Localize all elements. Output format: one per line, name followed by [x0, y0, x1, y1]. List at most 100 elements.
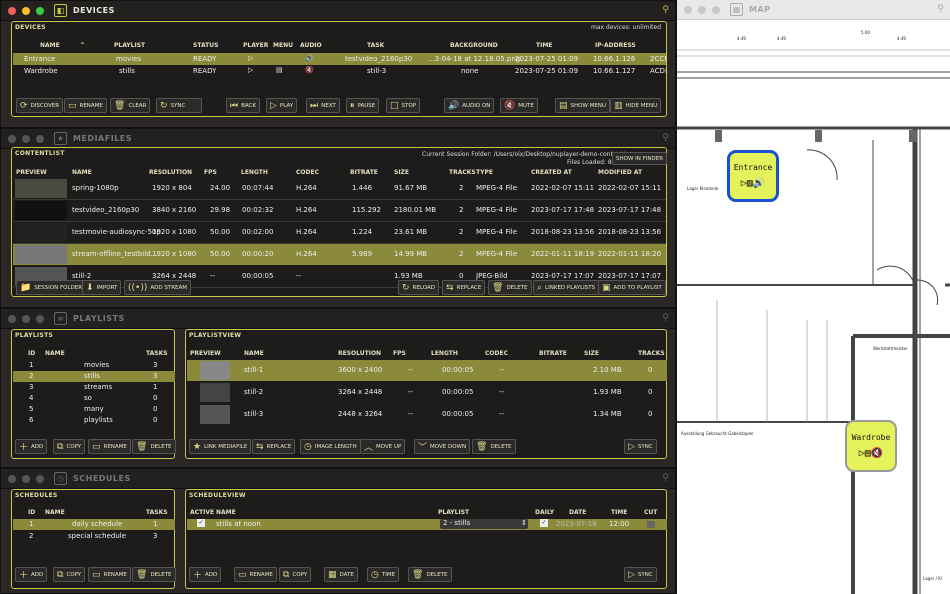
col-length[interactable]: LENGTH [431, 350, 458, 357]
zoom-button[interactable] [36, 6, 44, 15]
col-time[interactable]: TIME [611, 509, 627, 516]
minimize-button[interactable] [22, 134, 30, 143]
col-bitrate[interactable]: BITRATE [539, 350, 567, 357]
col-tracks[interactable]: TRACKS [449, 169, 476, 176]
minimize-button[interactable] [22, 314, 30, 323]
col-status[interactable]: STATUS [193, 42, 218, 49]
col-resolution[interactable]: RESOLUTION [149, 169, 192, 176]
next-button[interactable]: ⏭ NEXT [306, 98, 340, 113]
close-button[interactable] [8, 134, 16, 143]
rename-button[interactable]: ▭ RENAME [88, 567, 131, 582]
col-name[interactable]: NAME [244, 350, 264, 357]
col-background[interactable]: BACKGROUND [450, 42, 498, 49]
copy-button[interactable]: ⧉ COPY [53, 567, 86, 582]
col-ip[interactable]: IP-ADDRESS [595, 42, 636, 49]
col-resolution[interactable]: RESOLUTION [338, 350, 381, 357]
col-fps[interactable]: FPS [204, 169, 217, 176]
close-button[interactable] [8, 314, 16, 323]
time-field[interactable]: 12:00 [609, 520, 629, 528]
pin-icon[interactable]: ⚲ [662, 473, 669, 483]
col-cut[interactable]: CUT [644, 509, 657, 516]
col-length[interactable]: LENGTH [241, 169, 268, 176]
minimize-button[interactable] [22, 6, 30, 15]
rename-button[interactable]: ▭ RENAME [88, 439, 131, 454]
active-checkbox[interactable]: ✓ [197, 519, 205, 527]
pin-icon[interactable]: ⚲ [937, 4, 944, 14]
clear-button[interactable]: 🗑 CLEAR [110, 98, 151, 113]
delete-button[interactable]: 🗑 DELETE [488, 280, 532, 295]
discover-button[interactable]: ⟳ DISCOVER [16, 98, 64, 113]
col-id[interactable]: ID [28, 509, 35, 516]
close-button[interactable] [684, 5, 692, 14]
sync-button[interactable]: ▷ SYNC [624, 439, 657, 454]
close-button[interactable] [8, 6, 16, 15]
stop-button[interactable]: □ STOP [386, 98, 421, 113]
col-date[interactable]: DATE [569, 509, 586, 516]
move-up-button[interactable]: ︿ MOVE UP [360, 439, 406, 454]
minimize-button[interactable] [22, 474, 30, 483]
col-name[interactable]: NAME [216, 509, 236, 516]
back-button[interactable]: ⏮ BACK [226, 98, 260, 113]
delete-button[interactable]: 🗑 DELETE [132, 439, 176, 454]
date-button[interactable]: ▦ DATE [324, 567, 358, 582]
copy-button[interactable]: ⧉ COPY [279, 567, 312, 582]
pin-icon[interactable]: ⚲ [662, 133, 669, 143]
col-preview[interactable]: PREVIEW [190, 350, 221, 357]
play-icon[interactable]: ▷ [248, 66, 253, 74]
col-preview[interactable]: PREVIEW [16, 169, 47, 176]
linked-playlists-button[interactable]: ⌕ LINKED PLAYLISTS [533, 280, 600, 295]
col-size[interactable]: SIZE [394, 169, 409, 176]
add-to-playlist-button[interactable]: ▣ ADD TO PLAYLIST [598, 280, 666, 295]
entrance-device-marker[interactable]: Entrance ▷▨🔊 [727, 150, 779, 202]
cut-checkbox[interactable] [647, 521, 655, 528]
link-mediafile-button[interactable]: ★ LINK MEDIAFILE [189, 439, 252, 454]
daily-checkbox[interactable]: ✓ [540, 519, 548, 527]
col-daily[interactable]: DAILY [535, 509, 554, 516]
add-button[interactable]: ＋ ADD [189, 567, 222, 582]
add-stream-button[interactable]: ((•)) ADD STREAM [124, 280, 191, 295]
import-button[interactable]: ⬇ IMPORT [82, 280, 122, 295]
col-name[interactable]: NAME [45, 350, 65, 357]
close-button[interactable] [8, 474, 16, 483]
col-modified[interactable]: MODIFIED AT [598, 169, 642, 176]
speaker-icon[interactable]: 🔊 [305, 54, 314, 62]
col-size[interactable]: SIZE [584, 350, 599, 357]
delete-button[interactable]: 🗑 DELETE [472, 439, 516, 454]
col-tasks[interactable]: TASKS [146, 350, 168, 357]
pin-icon[interactable]: ⚲ [662, 5, 669, 15]
col-bitrate[interactable]: BITRATE [350, 169, 378, 176]
menu-icon[interactable]: ▤ [276, 66, 283, 74]
show-in-finder-button[interactable]: SHOW IN FINDER [612, 152, 668, 165]
pin-icon[interactable]: ⚲ [662, 313, 669, 323]
zoom-button[interactable] [36, 314, 44, 323]
delete-button[interactable]: 🗑 DELETE [132, 567, 176, 582]
zoom-button[interactable] [36, 474, 44, 483]
image-length-button[interactable]: ◷ IMAGE LENGTH [300, 439, 361, 454]
col-fps[interactable]: FPS [393, 350, 406, 357]
move-down-button[interactable]: ﹀ MOVE DOWN [414, 439, 471, 454]
audio-on-button[interactable]: 🔊 AUDIO ON [444, 98, 495, 113]
pause-button[interactable]: ⏸ PAUSE [346, 98, 380, 113]
col-codec[interactable]: CODEC [485, 350, 508, 357]
session-folder-button[interactable]: 📁 SESSION FOLDER [16, 280, 87, 295]
sync-button[interactable]: ↻ SYNC [156, 98, 202, 113]
wardrobe-device-marker[interactable]: Wardrobe ▷▤🔇 [845, 420, 897, 472]
reload-button[interactable]: ↻ RELOAD [398, 280, 439, 295]
col-type[interactable]: TYPE [476, 169, 493, 176]
col-playlist[interactable]: PLAYLIST [114, 42, 145, 49]
replace-button[interactable]: ⇆ REPLACE [252, 439, 296, 454]
date-field[interactable]: 2023-07-18 [556, 520, 597, 528]
col-audio[interactable]: AUDIO [300, 42, 322, 49]
col-active[interactable]: ACTIVE [190, 509, 214, 516]
play-icon[interactable]: ▷ [248, 54, 253, 62]
sync-button[interactable]: ▷ SYNC [624, 567, 657, 582]
col-player[interactable]: PLAYER [243, 42, 268, 49]
replace-button[interactable]: ⇆ REPLACE [442, 280, 486, 295]
add-button[interactable]: ＋ ADD [15, 567, 48, 582]
mute-button[interactable]: 🔇 MUTE [500, 98, 538, 113]
col-codec[interactable]: CODEC [296, 169, 319, 176]
delete-button[interactable]: 🗑 DELETE [408, 567, 452, 582]
col-task[interactable]: TASK [367, 42, 384, 49]
playlist-select[interactable]: 2 - stills [440, 519, 528, 529]
zoom-button[interactable] [712, 5, 720, 14]
